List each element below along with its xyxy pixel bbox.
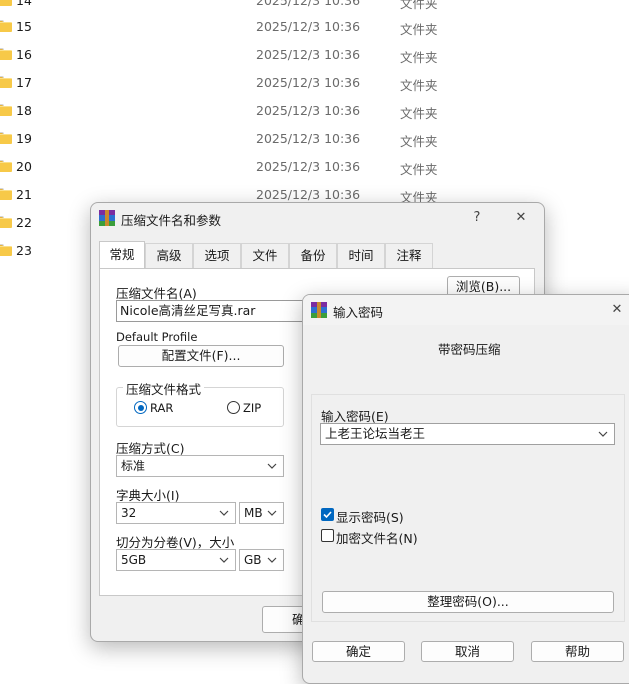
folder-name: 19: [16, 131, 32, 146]
chevron-down-icon: [267, 557, 277, 563]
zip-format-label: ZIP: [243, 401, 262, 415]
profiles-button[interactable]: 配置文件(F)...: [118, 345, 284, 367]
folder-icon: [0, 76, 12, 88]
chevron-down-icon: [267, 463, 277, 469]
archive-dialog-title: 压缩文件名和参数: [121, 213, 222, 228]
folder-name: 23: [16, 243, 32, 258]
list-item[interactable]: 15 2025/12/3 10:36 文件夹: [0, 13, 629, 41]
folder-icon: [0, 244, 12, 256]
encrypt-filenames-label: 加密文件名(N): [336, 531, 418, 546]
folder-type: 文件夹: [400, 50, 438, 65]
zip-format-radio[interactable]: [227, 401, 240, 414]
split-size-value: 5GB: [121, 553, 147, 567]
folder-date: 2025/12/3 10:36: [256, 159, 361, 174]
chevron-down-icon: [219, 510, 229, 516]
folder-icon: [0, 0, 12, 6]
folder-type: 文件夹: [400, 134, 438, 149]
folder-date: 2025/12/3 10:36: [256, 0, 361, 8]
folder-type: 文件夹: [400, 0, 438, 11]
folder-icon: [0, 188, 12, 200]
close-icon[interactable]: ✕: [605, 299, 629, 321]
help-icon[interactable]: ?: [465, 207, 489, 229]
list-item[interactable]: 18 2025/12/3 10:36 文件夹: [0, 97, 629, 125]
compression-method-select[interactable]: 标准: [116, 455, 284, 477]
split-unit-value: GB: [244, 553, 262, 567]
list-item[interactable]: 20 2025/12/3 10:36 文件夹: [0, 153, 629, 181]
folder-name: 20: [16, 159, 32, 174]
dictionary-unit-select[interactable]: MB: [239, 502, 284, 524]
folder-icon: [0, 216, 12, 228]
folder-type: 文件夹: [400, 22, 438, 37]
tab-options[interactable]: 选项: [193, 243, 241, 268]
winrar-app-icon: [99, 210, 115, 226]
help-button[interactable]: 帮助: [531, 641, 624, 662]
default-profile-label: Default Profile: [116, 330, 198, 344]
dictionary-unit-value: MB: [244, 506, 263, 520]
password-dialog-title: 输入密码: [333, 305, 384, 320]
compression-method-value: 标准: [121, 459, 146, 473]
dictionary-size-select[interactable]: 32: [116, 502, 236, 524]
split-size-select[interactable]: 5GB: [116, 549, 236, 571]
archive-format-group-title: 压缩文件格式: [123, 379, 205, 398]
archive-dialog-tabs: 常规 高级 选项 文件 备份 时间 注释: [99, 241, 539, 269]
dictionary-size-value: 32: [121, 506, 137, 520]
password-dialog: 输入密码 ✕ 带密码压缩 输入密码(E) 上老王论坛当老王 显示密码(S) 加密…: [302, 294, 629, 684]
chevron-down-icon: [267, 510, 277, 516]
ok-button[interactable]: 确定: [312, 641, 405, 662]
checkmark-icon: [323, 511, 332, 519]
rar-format-label: RAR: [150, 401, 174, 415]
cancel-button[interactable]: 取消: [421, 641, 514, 662]
tab-files[interactable]: 文件: [241, 243, 289, 268]
password-input[interactable]: 上老王论坛当老王: [320, 423, 615, 445]
folder-type: 文件夹: [400, 106, 438, 121]
encrypt-filenames-checkbox[interactable]: [321, 529, 334, 542]
list-item[interactable]: 16 2025/12/3 10:36 文件夹: [0, 41, 629, 69]
folder-date: 2025/12/3 10:36: [256, 75, 361, 90]
password-heading: 带密码压缩: [438, 342, 501, 357]
folder-icon: [0, 20, 12, 32]
folder-name: 18: [16, 103, 32, 118]
show-password-label: 显示密码(S): [336, 510, 404, 525]
rar-format-radio[interactable]: [134, 401, 147, 414]
organize-passwords-button[interactable]: 整理密码(O)...: [322, 591, 614, 613]
folder-date: 2025/12/3 10:36: [256, 47, 361, 62]
folder-name: 21: [16, 187, 32, 202]
folder-icon: [0, 132, 12, 144]
archive-name-input[interactable]: Nicole高清丝足写真.rar: [116, 300, 316, 322]
archive-dialog-titlebar[interactable]: 压缩文件名和参数 ? ✕: [91, 203, 544, 233]
folder-name: 16: [16, 47, 32, 62]
folder-name: 17: [16, 75, 32, 90]
tab-comment[interactable]: 注释: [385, 243, 433, 268]
password-value: 上老王论坛当老王: [325, 426, 426, 441]
tab-backup[interactable]: 备份: [289, 243, 337, 268]
split-unit-select[interactable]: GB: [239, 549, 284, 571]
password-dialog-titlebar[interactable]: 输入密码 ✕: [303, 295, 629, 325]
folder-name: 15: [16, 19, 32, 34]
list-item[interactable]: 19 2025/12/3 10:36 文件夹: [0, 125, 629, 153]
folder-type: 文件夹: [400, 162, 438, 177]
folder-date: 2025/12/3 10:36: [256, 103, 361, 118]
folder-icon: [0, 160, 12, 172]
winrar-app-icon: [311, 302, 327, 318]
folder-date: 2025/12/3 10:36: [256, 187, 361, 202]
close-icon[interactable]: ✕: [509, 207, 533, 229]
chevron-down-icon: [598, 431, 608, 437]
folder-date: 2025/12/3 10:36: [256, 131, 361, 146]
folder-icon: [0, 104, 12, 116]
show-password-checkbox[interactable]: [321, 508, 334, 521]
folder-date: 2025/12/3 10:36: [256, 19, 361, 34]
folder-type: 文件夹: [400, 78, 438, 93]
tab-general[interactable]: 常规: [99, 241, 145, 268]
folder-icon: [0, 48, 12, 60]
chevron-down-icon: [219, 557, 229, 563]
list-item[interactable]: 17 2025/12/3 10:36 文件夹: [0, 69, 629, 97]
folder-name: 22: [16, 215, 32, 230]
tab-time[interactable]: 时间: [337, 243, 385, 268]
tab-advanced[interactable]: 高级: [145, 243, 193, 268]
folder-name: 14: [16, 0, 32, 8]
